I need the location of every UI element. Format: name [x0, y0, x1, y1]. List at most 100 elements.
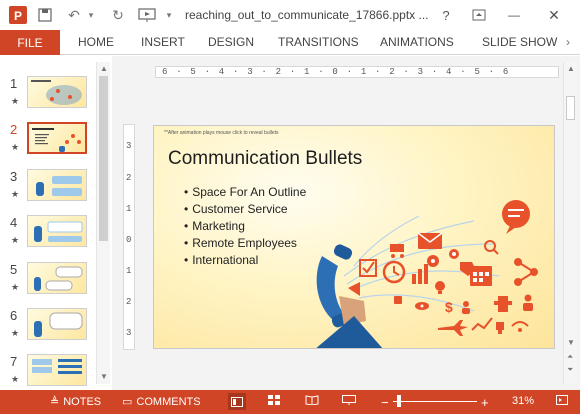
slide-canvas[interactable]: **After animation plays mouse click to r…: [153, 125, 555, 349]
scroll-down-icon[interactable]: ▼: [100, 372, 108, 381]
tab-animations[interactable]: ANIMATIONS: [380, 35, 454, 49]
thumbnail-preview: [27, 122, 87, 154]
tab-design[interactable]: DESIGN: [208, 35, 254, 49]
comments-label: COMMENTS: [136, 395, 201, 408]
slideshow-view-button[interactable]: [342, 395, 356, 405]
thumbnail-preview: [27, 215, 87, 247]
cart-icon: [390, 244, 404, 258]
ruler-label: 1: [126, 204, 132, 214]
previous-slide-icon[interactable]: ⏶: [567, 352, 573, 362]
slide-sorter-button[interactable]: [268, 395, 280, 405]
chart-line-icon: [471, 317, 493, 331]
scroll-up-icon[interactable]: ▲: [567, 64, 575, 73]
notes-icon: ≜: [50, 396, 60, 408]
tab-insert[interactable]: INSERT: [141, 35, 185, 49]
bar-chart-icon: [412, 264, 428, 284]
normal-view-icon: [231, 396, 243, 407]
ribbon-display-options-icon[interactable]: [470, 6, 488, 24]
thumbnail-number: 6: [10, 308, 18, 323]
zoom-level[interactable]: 31%: [512, 395, 534, 407]
minimize-button[interactable]: —: [505, 6, 523, 24]
person-icon: [523, 294, 533, 311]
notes-label: NOTES: [63, 395, 102, 408]
slide-thumbnail-6[interactable]: 6 ★: [10, 308, 94, 348]
animation-star-icon: ★: [11, 96, 20, 106]
scroll-thumb[interactable]: [566, 96, 575, 120]
reading-view-button[interactable]: [305, 395, 319, 405]
envelope-icon: [417, 232, 443, 249]
ribbon-scroll-right-icon[interactable]: ›: [566, 35, 570, 49]
reading-view-icon: [305, 395, 319, 405]
thumbnail-preview: [27, 262, 87, 294]
zoom-slider[interactable]: [393, 401, 477, 402]
animation-star-icon: ★: [11, 142, 20, 152]
fit-to-window-icon: [556, 395, 568, 405]
normal-view-button[interactable]: [228, 393, 246, 410]
thumbnail-number: 1: [10, 76, 18, 91]
comment-icon: ▭: [122, 396, 133, 408]
vertical-ruler: 3 2 1 0 1 2 3: [123, 124, 135, 350]
signal-wave-lines: [343, 215, 500, 312]
animation-star-icon: ★: [11, 235, 20, 245]
ruler-label: 0: [126, 235, 132, 245]
fit-slide-button[interactable]: [556, 395, 568, 405]
scroll-up-icon[interactable]: ▲: [100, 64, 108, 73]
thumbnail-number: 5: [10, 262, 18, 277]
ribbon-tabs: FILE HOME INSERT DESIGN TRANSITIONS ANIM…: [0, 30, 580, 55]
ruler-label: 2: [126, 173, 132, 183]
slide-scrollbar[interactable]: ▲ ▼ ⏶ ⏷: [563, 62, 577, 384]
ruler-label: 2: [126, 297, 132, 307]
horizontal-ruler: 6 · 5 · 4 · 3 · 2 · 1 · 0 · 1 · 2 · 3 · …: [155, 66, 559, 78]
chat-bubble-icon: [502, 200, 530, 234]
slide-thumbnail-2[interactable]: 2 ★: [10, 122, 94, 162]
thumbnail-number: 7: [10, 354, 18, 369]
save-icon[interactable]: [36, 6, 54, 24]
close-button[interactable]: ✕: [545, 6, 563, 24]
search-icon: [484, 240, 499, 255]
calendar-icon: [470, 266, 492, 286]
wifi-icon: [511, 321, 529, 332]
scroll-thumb[interactable]: [99, 76, 108, 241]
svg-text:P: P: [14, 9, 22, 23]
undo-dropdown-icon[interactable]: ▾: [86, 6, 96, 24]
zoom-in-button[interactable]: +: [481, 395, 489, 410]
customize-toolbar-icon[interactable]: ▾: [163, 6, 175, 24]
ruler-labels: 6 · 5 · 4 · 3 · 2 · 1 · 0 · 1 · 2 · 3 · …: [162, 67, 510, 77]
tab-file[interactable]: FILE: [0, 30, 60, 55]
clock-icon: [382, 260, 406, 284]
slide-sorter-icon: [268, 395, 280, 405]
svg-text:$: $: [445, 299, 453, 315]
ruler-label: 3: [126, 328, 132, 338]
next-slide-icon[interactable]: ⏷: [567, 365, 573, 375]
communication-illustration[interactable]: $: [154, 126, 555, 349]
comments-button[interactable]: ▭ COMMENTS: [122, 395, 201, 409]
thumbnail-scrollbar[interactable]: ▲ ▼: [96, 62, 110, 384]
scroll-down-icon[interactable]: ▼: [567, 338, 575, 347]
slide-thumbnail-7[interactable]: 7 ★: [10, 354, 94, 390]
slide-thumbnail-3[interactable]: 3 ★: [10, 169, 94, 209]
zoom-slider-thumb[interactable]: [397, 395, 401, 407]
airplane-icon: [438, 320, 468, 336]
zoom-out-button[interactable]: −: [381, 395, 389, 410]
slide-thumbnail-1[interactable]: 1 ★: [10, 76, 94, 116]
eye-icon: [415, 302, 429, 310]
undo-icon[interactable]: ↶: [64, 6, 84, 24]
document-title: reaching_out_to_communicate_17866.pptx .…: [185, 8, 429, 22]
start-slideshow-icon[interactable]: [136, 6, 158, 24]
slide-thumbnail-5[interactable]: 5 ★: [10, 262, 94, 302]
lightbulb-icon: [435, 281, 445, 294]
help-button[interactable]: ?: [438, 6, 454, 24]
share-icon: [514, 258, 538, 286]
notes-button[interactable]: ≜ NOTES: [50, 395, 102, 409]
megaphone-icon: [348, 282, 360, 296]
redo-icon[interactable]: ↻: [108, 6, 128, 24]
ruler-label: 3: [126, 141, 132, 151]
thumbnail-preview: [27, 354, 87, 386]
thumbs-up-icon: [394, 296, 402, 304]
tab-home[interactable]: HOME: [78, 35, 114, 49]
animation-star-icon: ★: [11, 374, 20, 384]
animation-star-icon: ★: [11, 189, 20, 199]
tab-slide-show[interactable]: SLIDE SHOW: [482, 35, 557, 49]
tab-transitions[interactable]: TRANSITIONS: [278, 35, 359, 49]
slide-thumbnail-4[interactable]: 4 ★: [10, 215, 94, 255]
